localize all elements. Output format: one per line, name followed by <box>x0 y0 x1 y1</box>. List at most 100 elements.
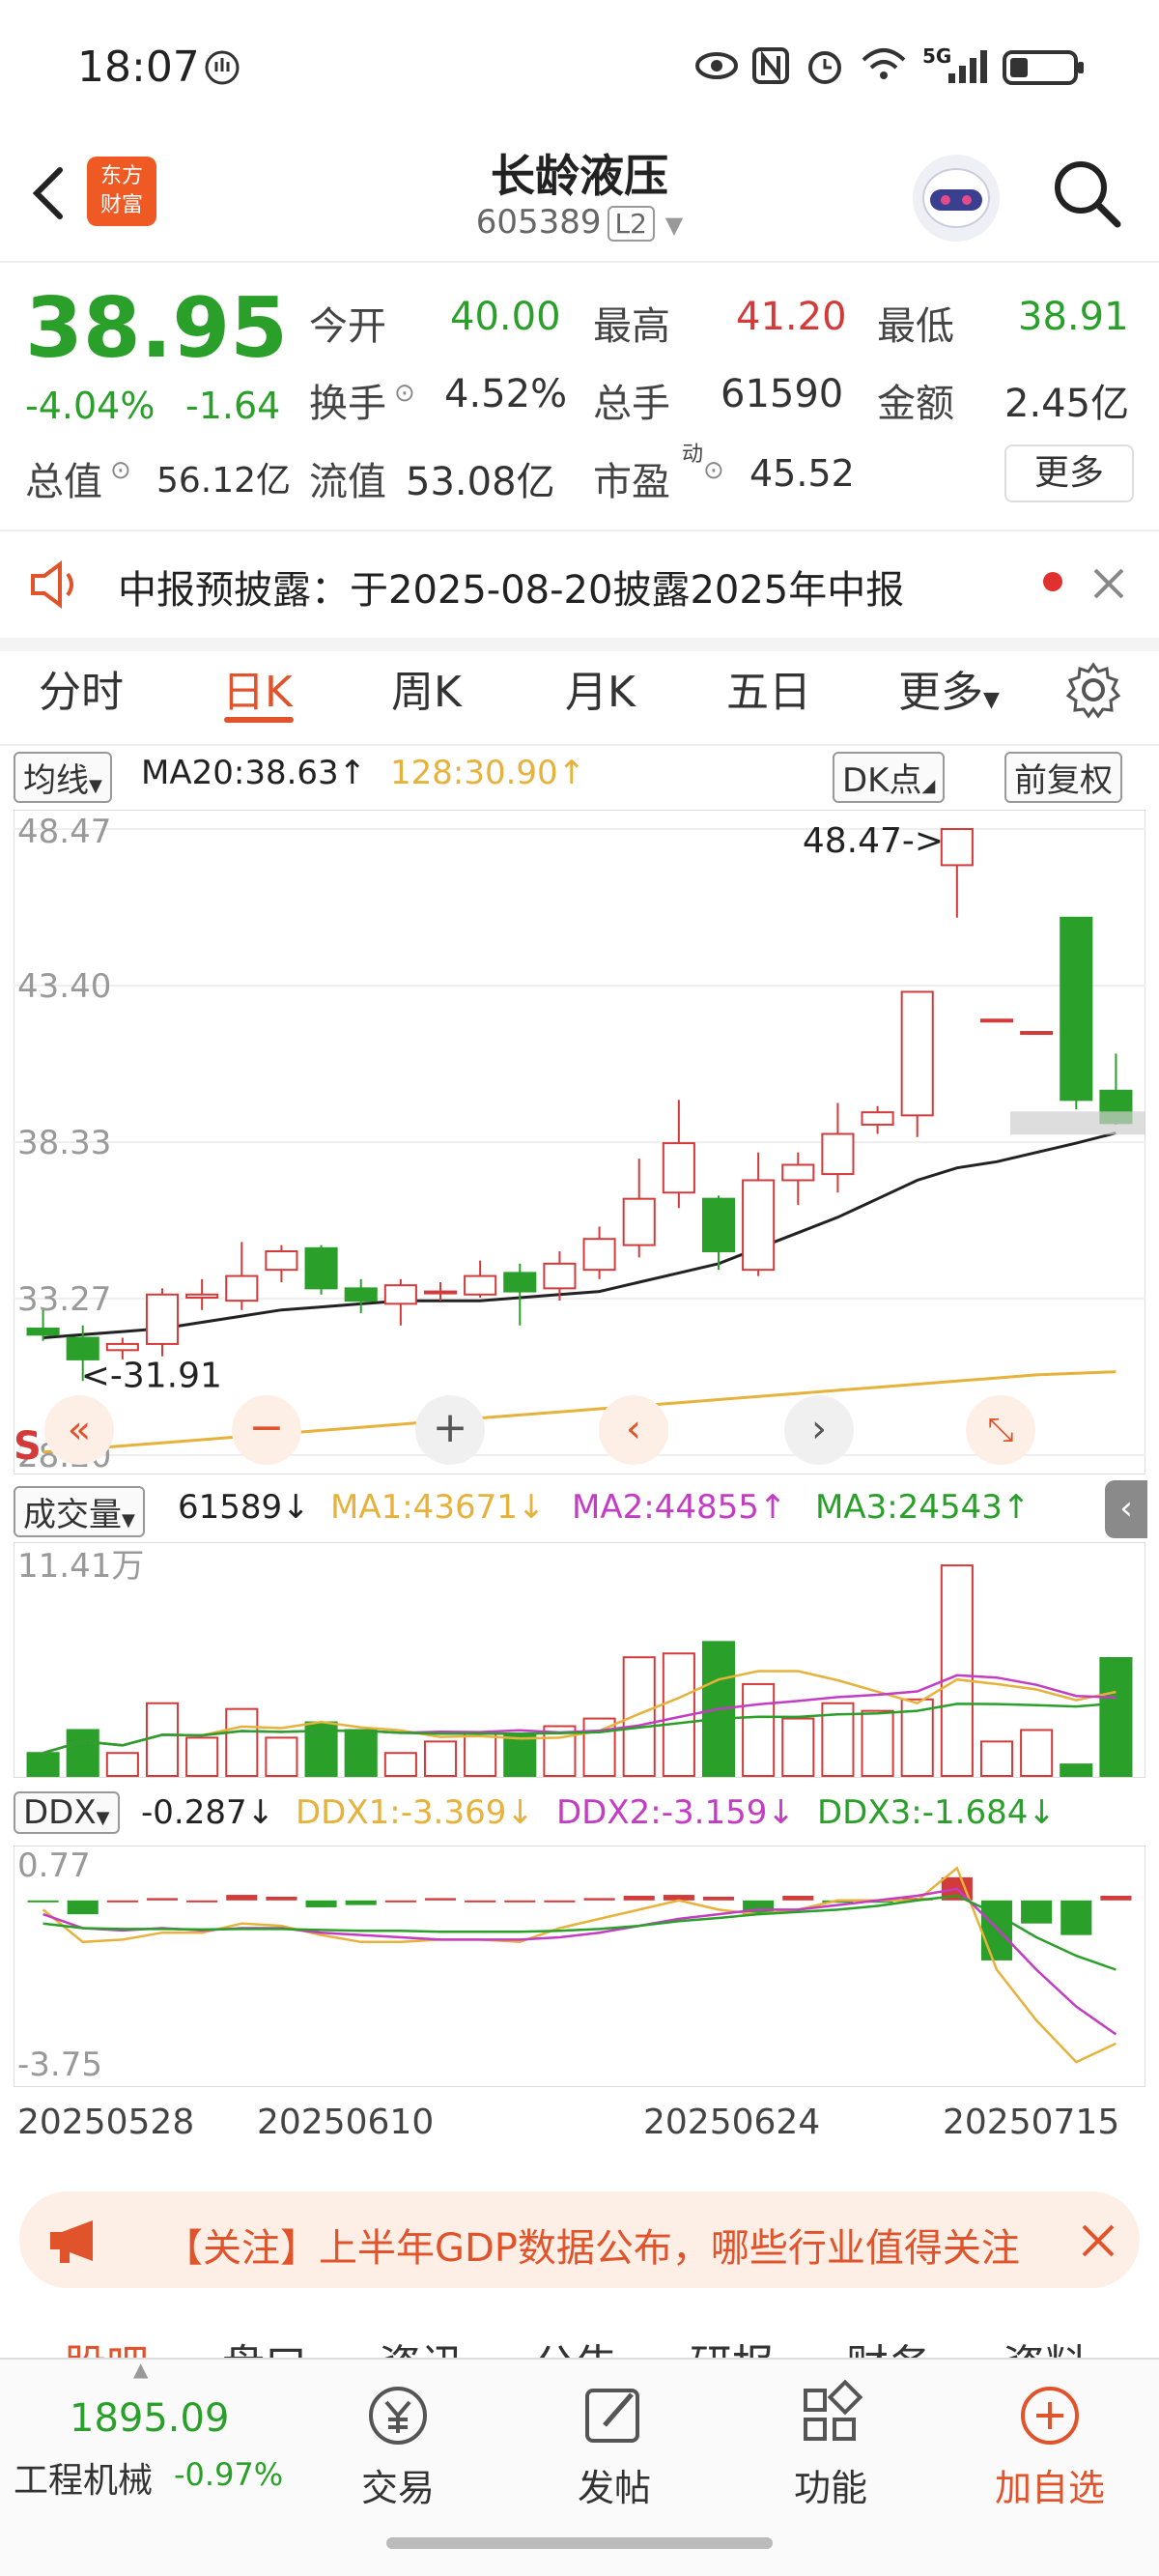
volume-readout: 61589↓ <box>178 1488 310 1527</box>
search-icon[interactable] <box>1048 155 1125 232</box>
candle-body <box>105 1342 139 1352</box>
tab-announcements[interactable]: 公告 <box>533 2331 618 2358</box>
tab-research[interactable]: 研报 <box>690 2331 775 2358</box>
ddx-bar <box>305 1900 337 1907</box>
index-value[interactable]: 1895.09 <box>70 2396 229 2441</box>
disclosure-notice[interactable]: 中报预披露：于2025-08-20披露2025年中报 <box>0 530 1159 651</box>
ddx-bar <box>266 1896 297 1901</box>
scroll-right-icon[interactable]: › <box>784 1395 854 1465</box>
dropdown-icon: ▼ <box>983 688 1000 712</box>
ddx-bar <box>583 1898 615 1901</box>
tab-weekly-k[interactable]: 周K <box>391 657 462 719</box>
ddx-bar <box>623 1896 655 1901</box>
ddx3-readout: DDX3:-1.684↓ <box>817 1793 1056 1832</box>
collapse-panel-icon[interactable]: ‹ <box>1105 1480 1147 1538</box>
index-name[interactable]: 工程机械 <box>14 2452 153 2503</box>
tab-minute[interactable]: 分时 <box>39 657 124 719</box>
fullscreen-icon[interactable]: ⤡ <box>966 1395 1035 1465</box>
grid-apps-icon <box>804 2379 863 2441</box>
ddx-bar <box>384 1900 416 1903</box>
ddx-select[interactable]: DDX▼ <box>14 1791 120 1834</box>
candle-body <box>622 1197 656 1246</box>
add-watchlist-button[interactable]: 加自选 <box>987 2377 1113 2541</box>
tab-daily-k[interactable]: 日K <box>222 657 293 719</box>
turnover-value: 4.52% <box>444 372 568 416</box>
volume-bar <box>225 1707 259 1777</box>
assistant-avatar-icon[interactable] <box>913 155 1000 242</box>
close-icon[interactable] <box>1091 566 1126 601</box>
tab-finance[interactable]: 财务 <box>846 2331 931 2358</box>
volume-chart[interactable]: 11.41万 <box>14 1542 1145 1778</box>
yen-icon <box>369 2387 427 2445</box>
candle-body <box>225 1274 259 1302</box>
news-banner[interactable]: 【关注】上半年GDP数据公布，哪些行业值得关注 <box>19 2191 1140 2288</box>
tab-five-day[interactable]: 五日 <box>726 657 811 719</box>
max-price-label: 48.47-> <box>803 821 944 861</box>
tab-profile[interactable]: 资料 <box>1003 2331 1088 2358</box>
ddx-bar <box>1100 1896 1132 1901</box>
status-bar: 18:07 5G <box>0 0 1159 135</box>
candle-body <box>304 1246 338 1290</box>
date-label: 20250624 <box>643 2103 821 2142</box>
ddx-bar <box>186 1900 218 1903</box>
vol-ma1: MA1:43671↓ <box>330 1488 546 1527</box>
ddx-bar <box>1060 1900 1092 1935</box>
eye-icon <box>695 52 738 79</box>
open-value: 40.00 <box>450 295 561 339</box>
low-label: 最低 <box>877 304 954 349</box>
banner-text: 【关注】上半年GDP数据公布，哪些行业值得关注 <box>164 2226 1020 2271</box>
kline-chart[interactable]: 48.4743.4038.3333.2728.2048.47-><-31.91 <box>14 810 1145 1474</box>
ddx-bar <box>465 1900 496 1903</box>
battery-icon <box>1003 50 1084 85</box>
change-pct: -4.04% <box>25 385 155 427</box>
post-button[interactable]: 发帖 <box>566 2377 663 2541</box>
volume-select[interactable]: 成交量▼ <box>14 1486 145 1537</box>
tab-more[interactable]: 更多▼ <box>898 657 1000 719</box>
vol-ma3: MA3:24543↑ <box>815 1488 1031 1527</box>
candle-body <box>821 1132 855 1176</box>
tab-news[interactable]: 资讯 <box>379 2331 464 2358</box>
notice-text: 中报预披露：于2025-08-20披露2025年中报 <box>118 568 905 613</box>
function-button[interactable]: 功能 <box>782 2377 879 2541</box>
volume-bar <box>781 1717 815 1778</box>
ddx2-line <box>42 1887 1117 2036</box>
settings-gear-icon[interactable] <box>1064 661 1122 719</box>
ma-select[interactable]: 均线▼ <box>14 752 112 803</box>
amount-value: 2.45亿 <box>1004 382 1130 426</box>
info-icon[interactable]: ⊙ <box>394 379 415 408</box>
tab-monthly-k[interactable]: 月K <box>565 657 636 719</box>
zoom-in-icon[interactable]: + <box>415 1395 485 1465</box>
dk-point-select[interactable]: DK点◢ <box>833 752 946 803</box>
trade-button[interactable]: 交易 <box>350 2377 446 2541</box>
info-icon[interactable]: ⊙ <box>703 456 724 485</box>
rewind-icon[interactable]: « <box>44 1395 114 1465</box>
stock-header: 东方 财富 长龄液压 605389 L2 ▼ <box>0 135 1159 263</box>
close-icon[interactable] <box>1080 2222 1117 2259</box>
volume-bar <box>861 1709 894 1777</box>
volume-bar <box>464 1732 497 1778</box>
more-quote-button[interactable]: 更多 <box>1004 444 1134 502</box>
candle-body <box>145 1293 180 1345</box>
pe-sup: 动 <box>682 443 704 467</box>
ddx-chart[interactable]: 0.77 -3.75 <box>14 1846 1145 2087</box>
speaker-icon <box>31 560 73 609</box>
hand-icon <box>205 50 240 85</box>
tab-guba[interactable]: 股吧 <box>64 2331 149 2358</box>
amount-label: 金额 <box>877 382 954 426</box>
edit-icon <box>585 2389 639 2443</box>
volume-bar <box>979 1740 1014 1777</box>
zoom-out-icon[interactable]: − <box>232 1395 301 1465</box>
date-label: 20250715 <box>943 2103 1120 2142</box>
volume-bar <box>145 1702 180 1778</box>
adjust-select[interactable]: 前复权 <box>1004 752 1122 803</box>
signal-icon <box>948 50 987 83</box>
scroll-left-icon[interactable]: ‹ <box>599 1395 668 1465</box>
date-label: 20250528 <box>17 2103 195 2142</box>
turnover-label: 换手 <box>309 382 386 426</box>
candle-body <box>979 1018 1014 1023</box>
chart-frame <box>14 1846 1145 2087</box>
volume-value: 61590 <box>721 372 844 416</box>
volume-bar <box>940 1564 974 1778</box>
tab-pankou[interactable]: 盘口 <box>222 2331 307 2358</box>
info-icon[interactable]: ⊙ <box>110 456 131 485</box>
